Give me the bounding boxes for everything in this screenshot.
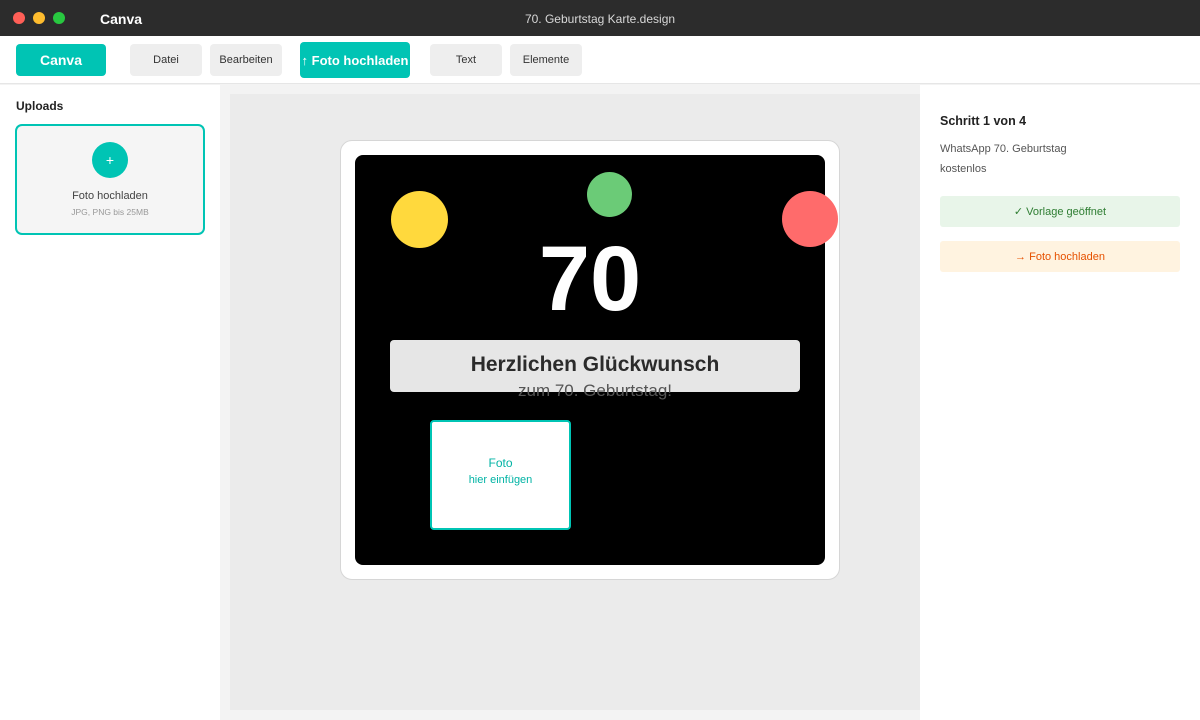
birthday-card[interactable]: 70 Herzlichen Glückwunsch zum 70. Geburt… [355,155,838,565]
plus-icon[interactable]: + [92,142,128,178]
file-menu-button[interactable]: Datei [130,44,202,76]
step-counter: Schritt 1 von 4 [940,114,1027,128]
upload-photo-button[interactable]: ↑ Foto hochladen [300,42,410,78]
green-balloon-icon[interactable] [587,172,632,217]
greeting-title-text[interactable]: Herzlichen Glückwunsch [390,353,800,377]
steps-panel: Schritt 1 von 4 WhatsApp 70. Geburtstag … [920,85,1200,720]
greeting-subtitle-text[interactable]: zum 70. Geburtstag! [390,381,800,401]
photo-placeholder-hint: hier einfügen [468,474,533,486]
upload-dropzone-label: Foto hochladen [72,190,148,202]
edit-menu-button[interactable]: Bearbeiten [210,44,282,76]
text-tool-button[interactable]: Text [430,44,502,76]
age-number-text[interactable]: 70 [355,229,825,329]
title-bar: Canva 70. Geburtstag Karte.design [0,0,1200,36]
step-item-template-opened[interactable]: ✓ Vorlage geöffnet [940,196,1180,227]
design-canvas-area: 70 Herzlichen Glückwunsch zum 70. Geburt… [230,94,920,710]
uploads-sidebar: Uploads + Foto hochladen JPG, PNG bis 25… [0,85,220,720]
photo-placeholder-label: Foto [488,456,513,470]
toolbar: Canva Datei Bearbeiten ↑ Foto hochladen … [0,36,1200,84]
window-title: 70. Geburtstag Karte.design [524,12,676,26]
step-item-upload-photo[interactable]: → Foto hochladen [940,241,1180,272]
canva-logo-button[interactable]: Canva [16,44,106,76]
elements-tool-button[interactable]: Elemente [510,44,582,76]
step-description: WhatsApp 70. Geburtstag kostenlos [940,139,1067,179]
upload-dropzone[interactable]: + Foto hochladen JPG, PNG bis 25MB [15,124,205,235]
upload-dropzone-hint: JPG, PNG bis 25MB [71,207,149,217]
step-description-line: kostenlos [940,163,987,175]
sidebar-heading: Uploads [16,99,64,113]
photo-placeholder[interactable]: Foto hier einfügen [430,420,571,530]
design-page[interactable]: 70 Herzlichen Glückwunsch zum 70. Geburt… [340,140,840,580]
step-description-line: WhatsApp 70. Geburtstag [940,143,1067,155]
